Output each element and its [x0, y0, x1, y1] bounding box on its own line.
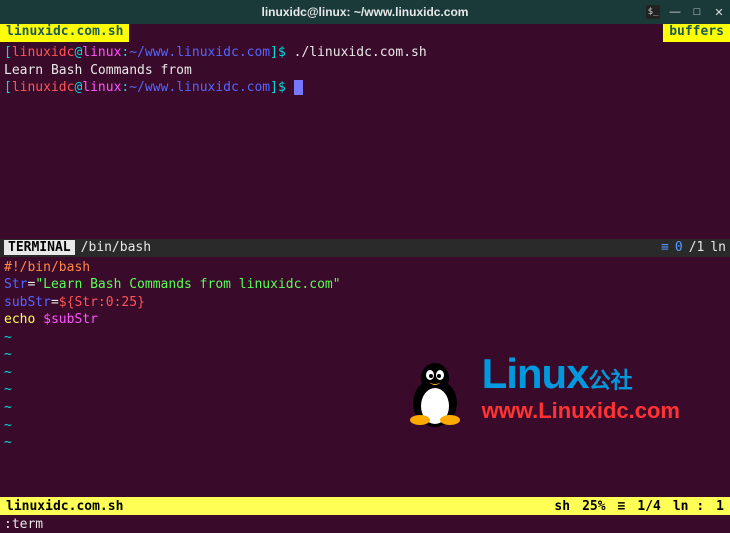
terminal-cursor [294, 80, 303, 95]
close-button[interactable]: ✕ [712, 5, 726, 19]
vim-cmdline[interactable]: :term [0, 515, 730, 533]
tab-filename[interactable]: linuxidc.com.sh [0, 24, 130, 42]
menu-icon[interactable]: ≡ [661, 240, 669, 255]
editor-line-2: Str="Learn Bash Commands from linuxidc.c… [4, 276, 726, 294]
editor-tilde: ~ [4, 346, 726, 364]
split-mode: TERMINAL [4, 240, 75, 255]
split-shell: /bin/bash [81, 240, 151, 255]
minimize-button[interactable]: — [668, 5, 682, 19]
cmdline-text: :term [4, 517, 43, 532]
vim-status-bar: linuxidc.com.sh sh 25% ≡ 1/4 ln : 1 [0, 497, 730, 515]
editor-line-3: subStr=${Str:0:25} [4, 294, 726, 312]
tab-bar: linuxidc.com.sh buffers [0, 24, 730, 42]
status-filename: linuxidc.com.sh [6, 499, 123, 514]
editor-tilde: ~ [4, 399, 726, 417]
status-percent: 25% [582, 499, 605, 514]
editor-tilde: ~ [4, 434, 726, 452]
terminal-output: Learn Bash Commands from [4, 62, 726, 80]
status-pos: 1/4 [637, 499, 660, 514]
editor-pane[interactable]: #!/bin/bash Str="Learn Bash Commands fro… [0, 257, 730, 457]
editor-tilde: ~ [4, 364, 726, 382]
window-title: linuxidc@linux: ~/www.linuxidc.com [262, 5, 469, 19]
split-status-bar: TERMINAL /bin/bash ≡ 0 /1 ln [0, 239, 730, 257]
terminal-spacer [0, 99, 730, 239]
terminal-icon: $_ [646, 5, 660, 19]
status-sep-icon: ≡ [618, 499, 626, 514]
editor-line-1: #!/bin/bash [4, 259, 726, 277]
editor-tilde: ~ [4, 381, 726, 399]
editor-tilde: ~ [4, 417, 726, 435]
terminal-line-2: [linuxidc@linux:~/www.linuxidc.com]$ [4, 79, 726, 97]
terminal-line-1: [linuxidc@linux:~/www.linuxidc.com]$ ./l… [4, 44, 726, 62]
status-ln-label: ln : [673, 499, 704, 514]
window-titlebar: linuxidc@linux: ~/www.linuxidc.com $_ — … [0, 0, 730, 24]
editor-line-4: echo $subStr [4, 311, 726, 329]
editor-tilde: ~ [4, 329, 726, 347]
status-filetype: sh [554, 499, 570, 514]
status-col: 1 [716, 499, 724, 514]
split-right-info: ≡ 0 /1 ln [661, 240, 726, 255]
tab-buffers[interactable]: buffers [663, 24, 730, 42]
terminal-pane[interactable]: [linuxidc@linux:~/www.linuxidc.com]$ ./l… [0, 42, 730, 99]
window-controls: $_ — □ ✕ [646, 5, 726, 19]
maximize-button[interactable]: □ [690, 5, 704, 19]
status-right: sh 25% ≡ 1/4 ln : 1 [554, 499, 724, 514]
